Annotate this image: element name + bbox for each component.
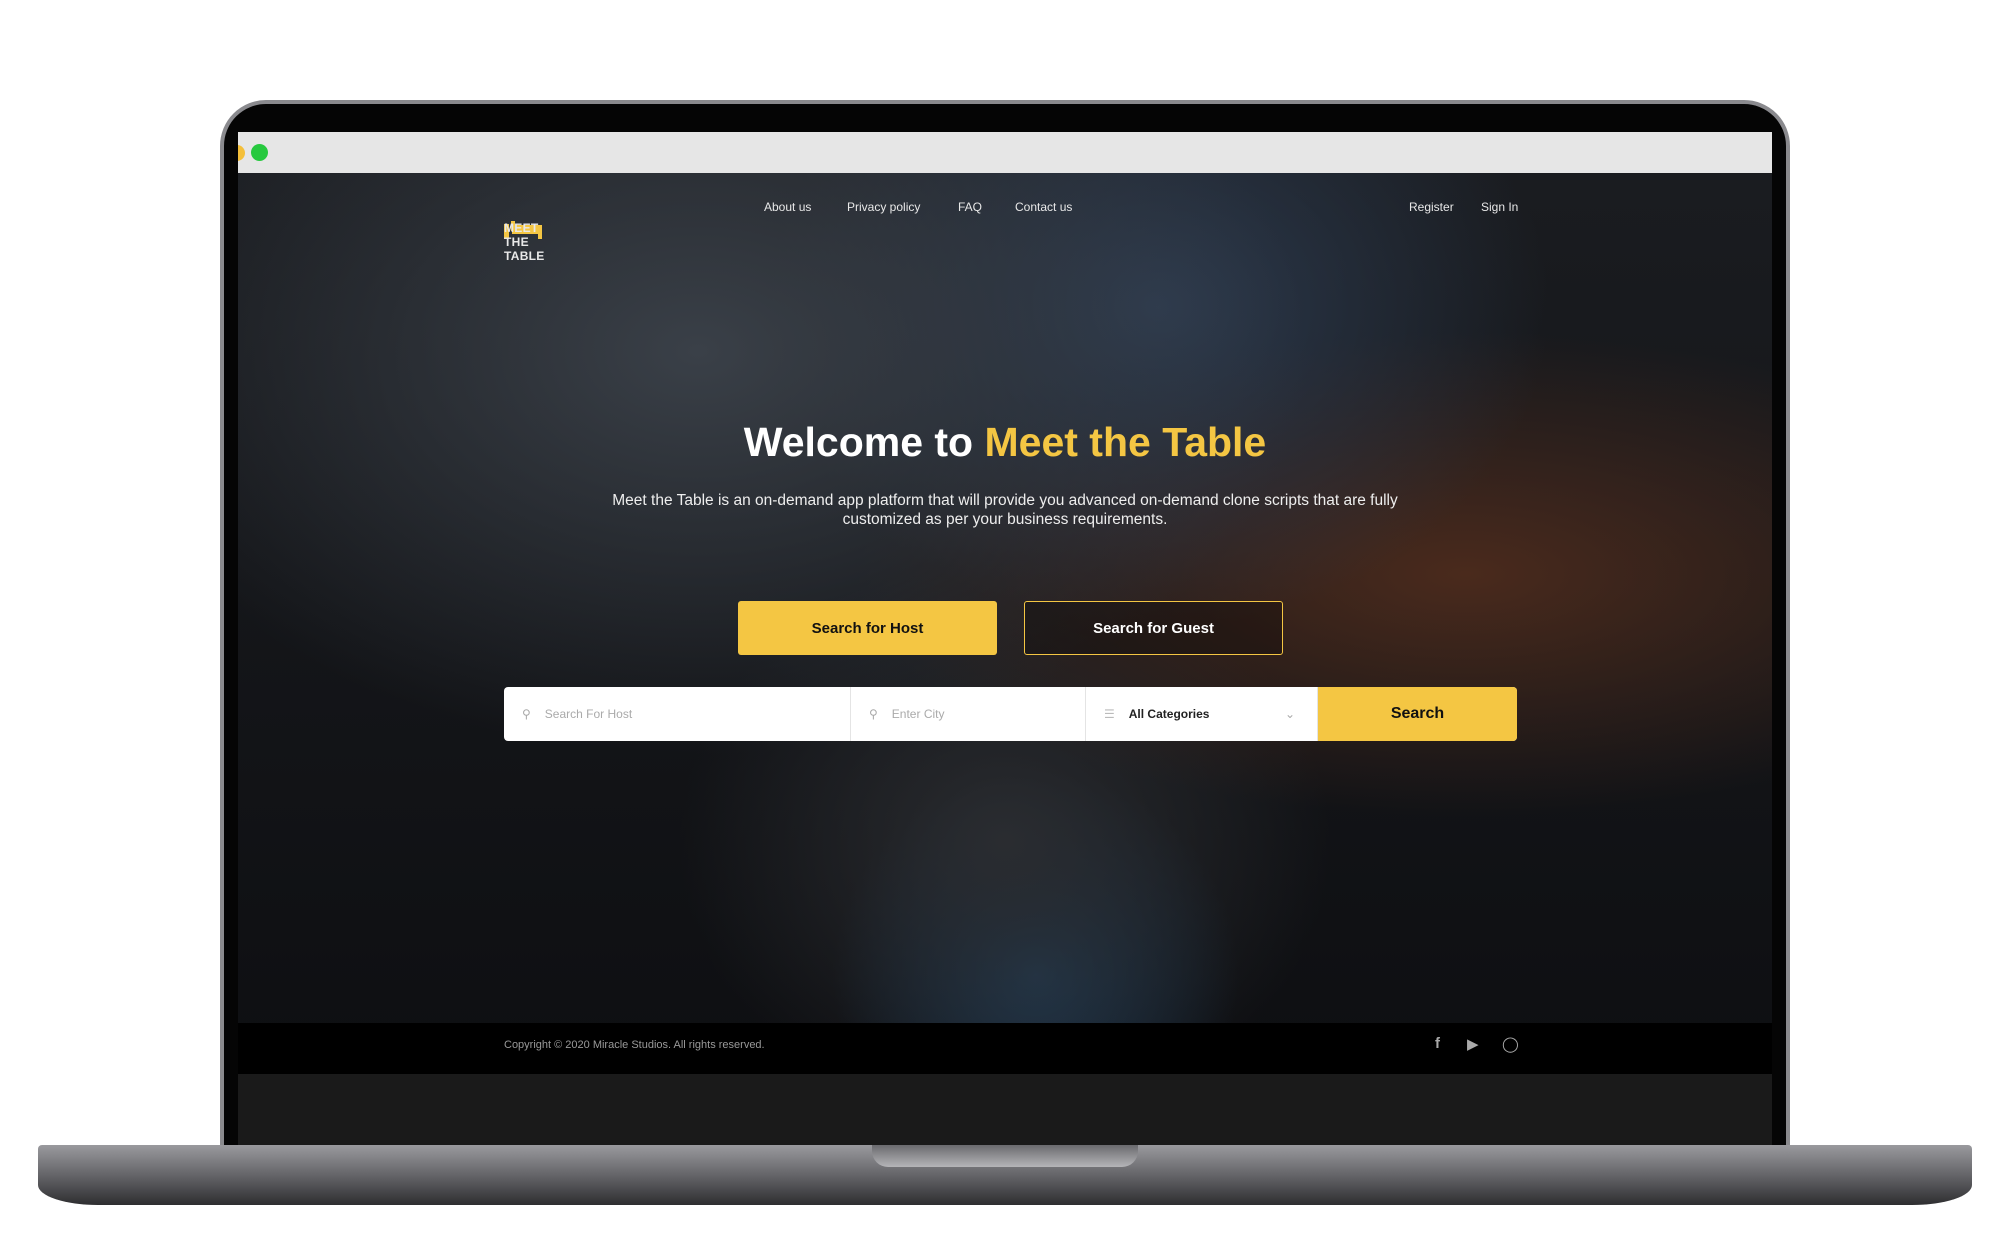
hero-section: MEET THE TABLE About us Privacy policy F… (238, 173, 1772, 1064)
location-pin-icon: ⚲ (869, 707, 878, 721)
search-icon: ⚲ (522, 707, 531, 721)
nav-privacy-policy[interactable]: Privacy policy (847, 200, 920, 214)
list-icon: ☰ (1104, 707, 1115, 721)
laptop-notch (872, 1145, 1138, 1167)
footer: Copyright © 2020 Miracle Studios. All ri… (238, 1023, 1772, 1074)
instagram-icon[interactable]: ◯ (1502, 1035, 1519, 1053)
copyright-text: Copyright © 2020 Miracle Studios. All ri… (504, 1039, 765, 1051)
city-input[interactable]: ⚲ Enter City (851, 687, 1086, 741)
minimize-button[interactable] (238, 145, 245, 161)
nav-about-us[interactable]: About us (764, 200, 811, 214)
category-select[interactable]: ☰ All Categories ⌄ (1086, 687, 1318, 741)
nav-faq[interactable]: FAQ (958, 200, 982, 214)
hero-title: Welcome to Meet the Table (743, 419, 1267, 465)
search-button[interactable]: Search (1318, 687, 1517, 741)
chevron-down-icon: ⌄ (1284, 707, 1295, 721)
nav-contact-us[interactable]: Contact us (1015, 200, 1072, 214)
youtube-icon[interactable]: ▶ (1467, 1035, 1479, 1053)
sign-in-link[interactable]: Sign In (1481, 200, 1518, 214)
browser-toolbar (238, 132, 1772, 173)
facebook-icon[interactable]: f (1435, 1035, 1440, 1052)
hero-subtitle: Meet the Table is an on-demand app platf… (612, 492, 1398, 528)
browser-window: MEET THE TABLE About us Privacy policy F… (238, 132, 1772, 1145)
search-for-guest-button[interactable]: Search for Guest (1024, 601, 1283, 655)
host-search-input[interactable]: ⚲ Search For Host (504, 687, 851, 741)
search-bar: ⚲ Search For Host ⚲ Enter City ☰ All Catego… (504, 687, 1517, 741)
register-link[interactable]: Register (1409, 200, 1454, 214)
search-for-host-button[interactable]: Search for Host (738, 601, 997, 655)
logo-text: MEET THE TABLE (504, 221, 545, 263)
maximize-button[interactable] (251, 144, 268, 161)
screen-bezel (238, 1074, 1772, 1145)
